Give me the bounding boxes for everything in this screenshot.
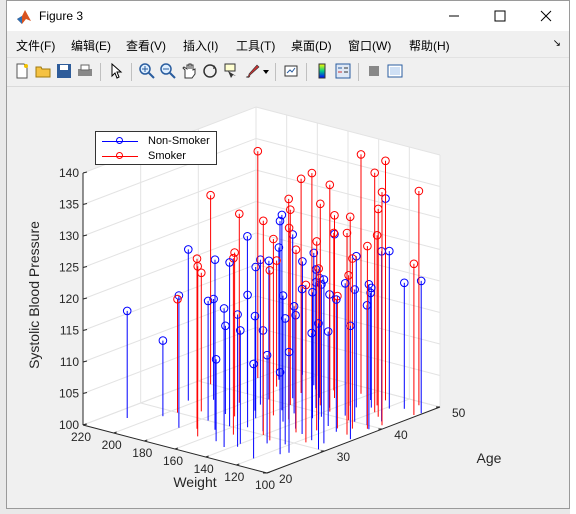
zoom-in-icon[interactable] [138, 62, 156, 80]
menu-tools[interactable]: 工具(T) [236, 37, 275, 54]
close-icon [540, 10, 552, 22]
x-tick-label: 180 [132, 446, 152, 460]
print-icon[interactable] [76, 62, 94, 80]
title-bar: Figure 3 [7, 1, 569, 31]
matlab-icon [17, 10, 31, 24]
x-tick-label: 160 [163, 454, 183, 468]
close-button[interactable] [523, 1, 569, 31]
toolbar-separator [358, 63, 359, 81]
rotate-3d-icon[interactable] [201, 62, 219, 80]
menu-insert[interactable]: 插入(I) [183, 37, 218, 54]
y-tick-label: 20 [279, 472, 293, 486]
z-tick-label: 115 [60, 324, 79, 338]
x-axis-title: Weight [173, 474, 216, 490]
menu-edit[interactable]: 编辑(E) [71, 37, 111, 54]
menu-view[interactable]: 查看(V) [126, 37, 166, 54]
colorbar-icon[interactable] [313, 62, 331, 80]
z-tick-label: 110 [60, 355, 79, 369]
z-axis-title: Systolic Blood Pressure [26, 221, 42, 369]
window-title: Figure 3 [39, 9, 84, 23]
x-tick-label: 220 [71, 430, 91, 444]
legend-icon[interactable] [334, 62, 352, 80]
figure-canvas: 100 105 110 115 120 125 130 135 140 100 120 140 160 1… [7, 87, 569, 508]
menu-dock-arrow-icon[interactable]: ↘ [553, 38, 561, 49]
toolbar-separator [100, 63, 101, 81]
legend-label-nonsmoker: Non-Smoker [148, 135, 210, 147]
toolbar-separator [131, 63, 132, 81]
z-tick-label: 140 [59, 166, 79, 180]
y-axis-title: Age [477, 450, 502, 466]
menu-help[interactable]: 帮助(H) [409, 37, 450, 54]
open-file-icon[interactable] [34, 62, 52, 80]
x-tick-label: 120 [224, 470, 244, 484]
z-tick-label: 105 [59, 387, 79, 401]
minimize-button[interactable] [431, 1, 477, 31]
zoom-out-icon[interactable] [159, 62, 177, 80]
figure-window: Figure 3 文件(F) 编辑(E) 查看(V) 插入(I) 工具(T) 桌… [6, 0, 570, 509]
y-tick-label: 30 [337, 450, 351, 464]
legend-marker-nonsmoker [116, 137, 123, 144]
stem3-chart: 1001051101151201251301351401001201401601… [26, 106, 502, 492]
save-icon[interactable] [55, 62, 73, 80]
toolbar-separator [275, 63, 276, 81]
menu-bar: 文件(F) 编辑(E) 查看(V) 插入(I) 工具(T) 桌面(D) 窗口(W… [7, 31, 569, 58]
brush-dropdown-icon[interactable] [261, 62, 271, 80]
data-cursor-icon[interactable] [222, 62, 240, 80]
figure-toolbar [7, 58, 569, 87]
pointer-icon[interactable] [107, 62, 125, 80]
z-tick-label: 120 [59, 292, 79, 306]
show-plot-tools-icon[interactable] [386, 62, 404, 80]
toolbar-separator [306, 63, 307, 81]
z-tick-label: 130 [59, 229, 79, 243]
link-plot-icon[interactable] [282, 62, 300, 80]
y-tick-label: 50 [452, 406, 466, 420]
maximize-icon [494, 10, 506, 22]
background-editor-strip [570, 0, 576, 514]
x-tick-label: 100 [255, 478, 275, 492]
z-tick-label: 135 [59, 198, 79, 212]
y-tick-label: 40 [394, 428, 408, 442]
menu-desktop[interactable]: 桌面(D) [291, 37, 332, 54]
legend-label-smoker: Smoker [148, 150, 186, 162]
minimize-icon [449, 15, 459, 17]
pan-icon[interactable] [180, 62, 198, 80]
brush-icon[interactable] [243, 62, 261, 80]
legend-marker-smoker [116, 152, 123, 159]
z-tick-label: 125 [59, 261, 79, 275]
legend[interactable]: Non-Smoker Smoker [95, 131, 217, 165]
menu-file[interactable]: 文件(F) [16, 37, 55, 54]
hide-plot-tools-icon[interactable] [365, 62, 383, 80]
new-figure-icon[interactable] [13, 62, 31, 80]
menu-window[interactable]: 窗口(W) [348, 37, 391, 54]
x-tick-label: 200 [102, 438, 122, 452]
maximize-button[interactable] [477, 1, 523, 31]
